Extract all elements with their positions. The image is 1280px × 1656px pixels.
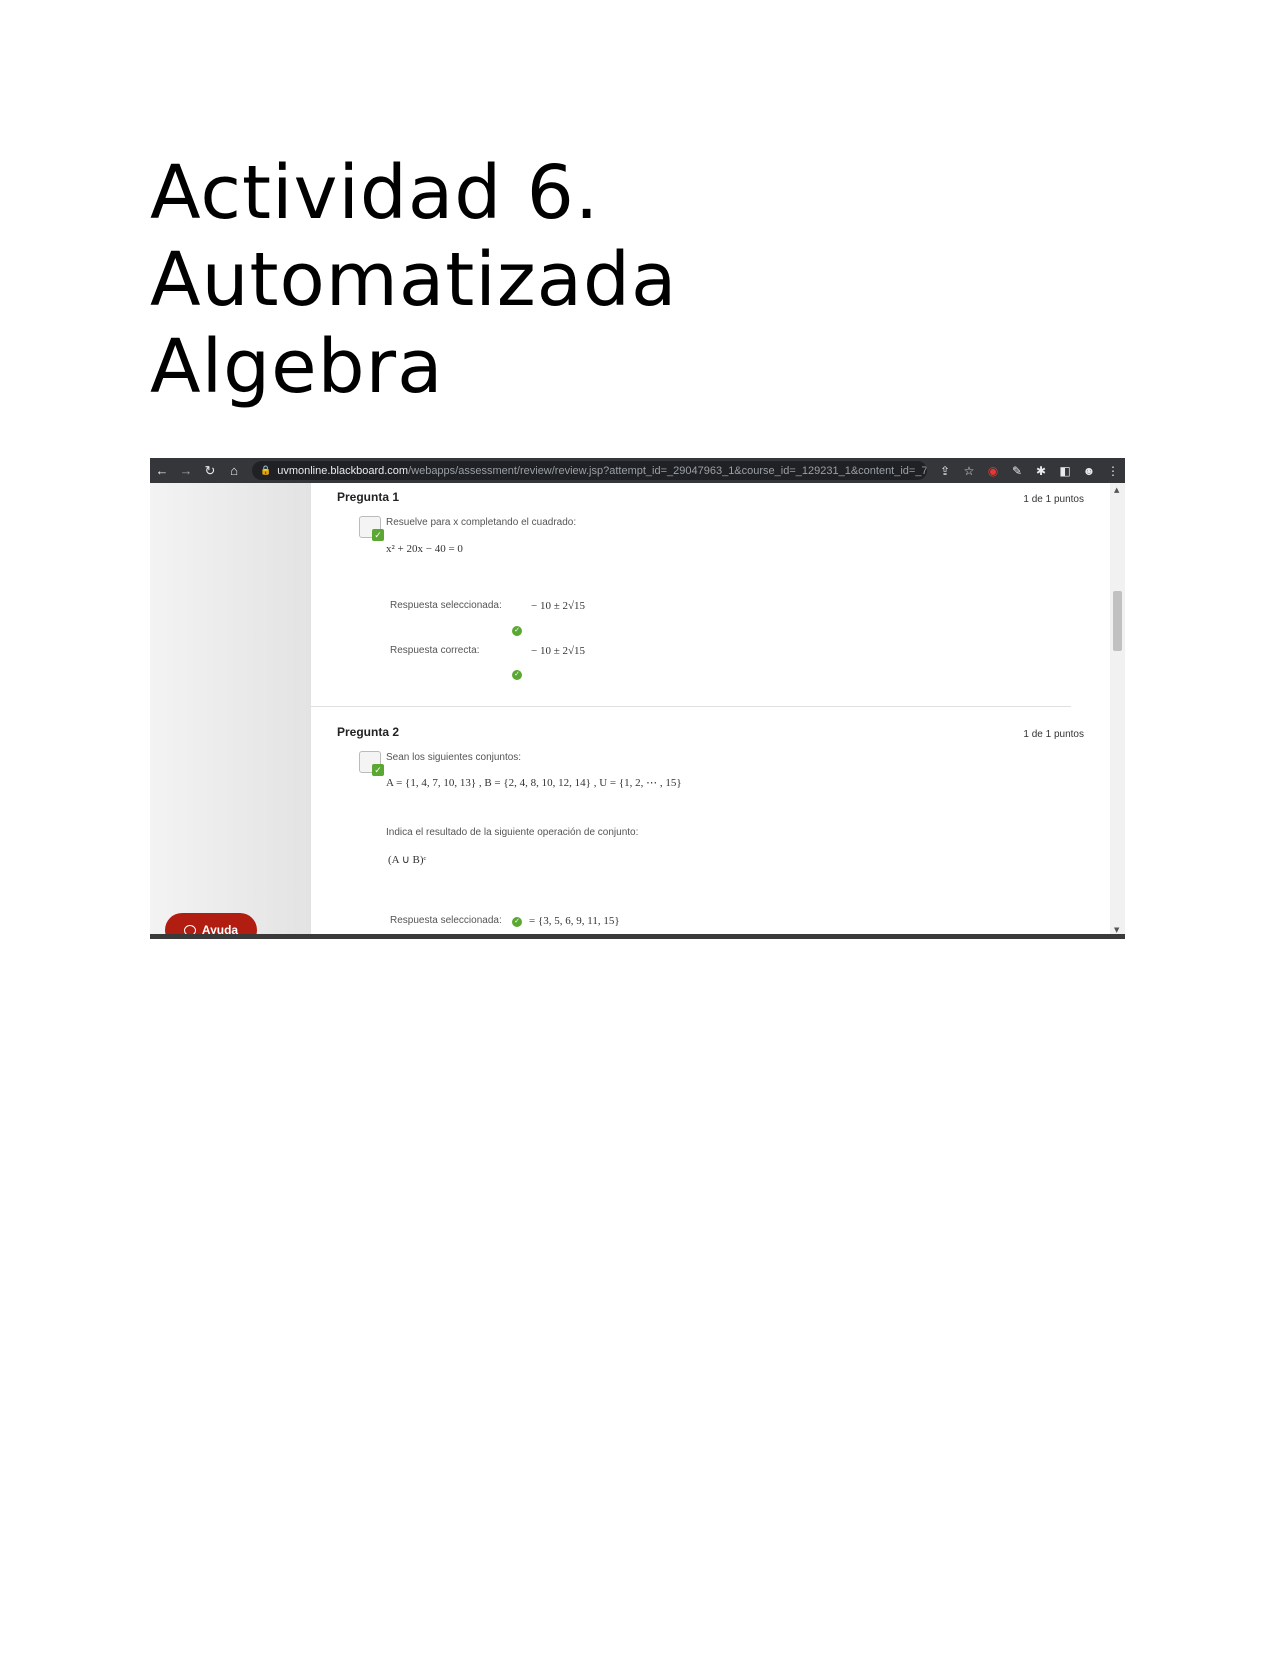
question-2-instruction: Indica el resultado de la siguiente oper… [386,827,639,838]
url-path: /webapps/assessment/review/review.jsp?at… [408,464,927,477]
question-divider [311,706,1071,707]
help-button[interactable]: Ayuda [165,913,257,937]
browser-toolbar: ← → ↻ ⌂ 🔒 uvmonline.blackboard.com /weba… [150,458,1125,483]
side-panel-icon[interactable]: ◧ [1053,464,1077,478]
url-host: uvmonline.blackboard.com [277,464,409,477]
question-2-check-icon: ✓ [512,917,522,927]
correct-answer-check-icon: ✓ [512,670,522,680]
question-2-selected-answer: = {3, 5, 6, 9, 11, 15} [529,915,620,927]
question-1-correct-answer: − 10 ± 2√15 [531,645,586,657]
question-1-prompt: Resuelve para x completando el cuadrado: [386,517,577,528]
browser-screenshot: ← → ↻ ⌂ 🔒 uvmonline.blackboard.com /weba… [150,458,1125,939]
home-icon[interactable]: ⌂ [222,463,246,478]
left-panel: Ayuda [150,483,310,937]
title-line-3: Algebra [150,324,444,410]
share-icon[interactable]: ⇪ [933,464,957,478]
scroll-down-arrow-icon[interactable]: ▼ [1114,926,1119,934]
question-1-equation: x² + 20x − 40 = 0 [386,543,463,555]
question-2-sets: A = {1, 4, 7, 10, 13} , B = {2, 4, 8, 10… [386,777,682,789]
lock-icon: 🔒 [260,465,272,475]
checkmark-icon: ✓ [372,529,384,541]
question-2-points: 1 de 1 puntos [1023,729,1084,740]
question-1-selected-label: Respuesta seleccionada: [390,600,502,611]
question-2-selected-label: Respuesta seleccionada: [390,915,502,926]
question-2-status-icon: ✓ [359,751,384,776]
checkmark-icon: ✓ [372,764,384,776]
scrollbar-thumb[interactable] [1113,591,1122,651]
question-1-points: 1 de 1 puntos [1023,494,1084,505]
forward-arrow-icon[interactable]: → [174,463,198,478]
question-1-correct-label: Respuesta correcta: [390,645,480,656]
reload-icon[interactable]: ↻ [198,463,222,479]
question-2-prompt: Sean los siguientes conjuntos: [386,752,522,763]
document-title: Actividad 6. Automatizada Algebra [150,150,1050,411]
question-1-title: Pregunta 1 [337,490,400,504]
menu-kebab-icon[interactable]: ⋮ [1101,464,1125,478]
address-bar[interactable]: 🔒 uvmonline.blackboard.com /webapps/asse… [252,461,927,480]
selected-correct-check-icon: ✓ [512,626,522,636]
star-icon[interactable]: ☆ [957,464,981,478]
title-line-1: Actividad 6. [150,150,600,236]
pen-icon[interactable]: ✎ [1005,464,1029,478]
question-1-selected-answer: − 10 ± 2√15 [531,600,586,612]
back-arrow-icon[interactable]: ← [150,463,174,478]
help-button-label: Ayuda [201,923,239,937]
profile-icon[interactable]: ☻ [1077,464,1101,478]
question-2-title: Pregunta 2 [337,725,400,739]
title-line-2: Automatizada [150,237,678,323]
scroll-up-arrow-icon[interactable]: ▲ [1114,486,1119,494]
question-2-operation: (A ∪ B)ᶜ [388,854,427,866]
chat-bubble-icon [183,924,196,934]
scrollbar[interactable] [1110,483,1125,934]
question-1-status-icon: ✓ [359,516,384,541]
puzzle-icon[interactable]: ✱ [1029,464,1053,478]
extension-red-icon[interactable]: ◉ [981,464,1005,478]
assessment-review: Pregunta 1 1 de 1 puntos ✓ Resuelve para… [310,483,1111,934]
